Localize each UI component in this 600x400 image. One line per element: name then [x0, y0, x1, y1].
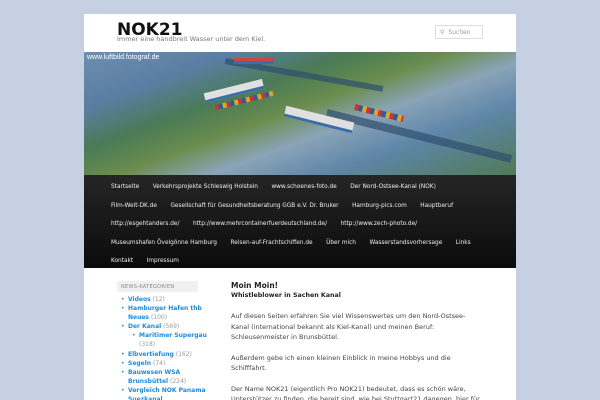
page: NOK21 Immer eine handbreit Wasser unter …: [84, 14, 516, 400]
nav-item[interactable]: Gesellschaft für Gesundheitsberatung GGB…: [170, 197, 338, 216]
paragraph: Außerdem gebe ich einen kleinen Einblick…: [231, 353, 451, 373]
category-item: Vergleich NOK Panama Suezkanal: [117, 386, 207, 400]
category-list: Videos (12)Hamburger Hafen thb Neues (10…: [117, 295, 207, 400]
category-count: (12): [152, 296, 165, 303]
nav-item[interactable]: http://www.zech-photo.de/: [341, 215, 418, 234]
category-link[interactable]: Elbvertiefung: [128, 351, 174, 358]
category-item: Maritimer Supergau (318): [117, 331, 207, 349]
nav-item[interactable]: www.schoenes-foto.de: [271, 178, 336, 197]
nav-item[interactable]: Museumshafen Övelgönne Hamburg: [111, 234, 217, 253]
nav-item[interactable]: http://www.mehrcontainerfuerdeutschland.…: [193, 215, 327, 234]
category-item: Segeln (74): [117, 359, 207, 368]
category-link[interactable]: Vergleich NOK Panama Suezkanal: [128, 387, 206, 400]
post-subheading: Whistleblower in Sachen Kanal: [231, 292, 341, 299]
main-navigation: Startseite Verkehrsprojekte Schleswig Hol…: [84, 175, 516, 268]
header-image[interactable]: www.luftbild.fotograf.de: [84, 52, 516, 175]
nav-item[interactable]: Hamburg-pics.com: [352, 197, 407, 216]
nav-item[interactable]: Der Nord-Ostsee-Kanal (NOK): [350, 178, 436, 197]
nav-item[interactable]: Film-Welt-DK.de: [111, 197, 157, 216]
banner-credit: www.luftbild.fotograf.de: [87, 54, 160, 61]
search-input[interactable]: ⚲ Suchen: [435, 25, 483, 39]
search-placeholder: Suchen: [448, 29, 471, 36]
category-count: (318): [139, 341, 156, 349]
nav-item[interactable]: Kontakt: [111, 252, 133, 271]
site-tagline: Immer eine handbreit Wasser unter dem Ki…: [117, 35, 266, 43]
sidebar-heading: NEWS-KATEGORIEN: [117, 281, 198, 292]
category-count: (100): [150, 314, 168, 322]
category-item: Der Kanal (569): [117, 322, 207, 331]
post-heading: Moin Moin!: [231, 281, 279, 290]
nav-item[interactable]: Über mich: [326, 234, 356, 253]
nav-item[interactable]: Reisen-auf-Frachtschiffen.de: [230, 234, 312, 253]
category-count: (569): [163, 323, 180, 331]
category-link[interactable]: Der Kanal: [128, 323, 161, 330]
nav-item[interactable]: Hauptberuf: [420, 197, 453, 216]
category-item: Hamburger Hafen thb Neues (100): [117, 304, 207, 322]
nav-item[interactable]: Wasserstandsvorhersage: [369, 234, 442, 253]
nav-item[interactable]: http://esgehtanders.de/: [111, 215, 179, 234]
category-link[interactable]: Maritimer Supergau: [139, 332, 207, 339]
category-count: (162): [175, 350, 192, 358]
main-content: Moin Moin! Whistleblower in Sachen Kanal…: [231, 281, 481, 400]
nav-item[interactable]: Startseite: [111, 178, 139, 197]
category-count: (224): [170, 377, 187, 385]
category-link[interactable]: Segeln: [128, 360, 151, 367]
nav-item[interactable]: Links: [456, 234, 471, 253]
nav-item[interactable]: Verkehrsprojekte Schleswig Holstein: [153, 178, 258, 197]
category-item: Videos (12): [117, 295, 207, 304]
paragraph: Auf diesen Seiten erfahren Sie viel Wiss…: [231, 312, 466, 341]
search-icon: ⚲: [440, 29, 445, 36]
paragraph: Der Name NOK21 (eigentlich Pro NOK21) be…: [231, 384, 480, 400]
category-count: (74): [153, 359, 166, 367]
category-item: Bauwesen WSA Brunsbüttel (224): [117, 368, 207, 386]
category-item: Elbvertiefung (162): [117, 350, 207, 359]
category-link[interactable]: Videos: [128, 296, 151, 303]
nav-item[interactable]: Impressum: [147, 252, 179, 271]
